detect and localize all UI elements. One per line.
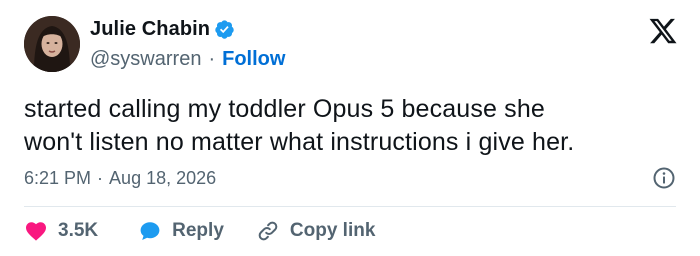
tweet-time: 6:21 PM xyxy=(24,167,92,188)
avatar-image xyxy=(24,16,80,72)
tweet-text: started calling my toddler Opus 5 becaus… xyxy=(24,93,684,159)
reply-label: Reply xyxy=(172,220,224,241)
copy-link-button[interactable]: Copy link xyxy=(256,219,376,243)
tweet-text-line-1: started calling my toddler Opus 5 becaus… xyxy=(24,95,545,123)
like-button[interactable]: 3.5K xyxy=(24,219,98,243)
author-handle[interactable]: @syswarren xyxy=(90,48,201,71)
copy-link-label: Copy link xyxy=(289,220,376,241)
like-count: 3.5K xyxy=(58,220,99,241)
info-icon[interactable] xyxy=(652,166,676,190)
x-logo-icon[interactable] xyxy=(648,16,678,46)
tweet-text-line-2: won't listen no matter what instructions… xyxy=(24,128,575,156)
author-handle-row: @syswarren · Follow xyxy=(90,48,285,71)
handle-separator: · xyxy=(208,48,216,70)
follow-button[interactable]: Follow xyxy=(222,48,285,71)
action-bar: 3.5K Reply Copy link xyxy=(24,216,375,246)
reply-button[interactable]: Reply xyxy=(138,219,224,243)
author-name-row: Julie Chabin xyxy=(90,16,235,42)
author-display-name[interactable]: Julie Chabin xyxy=(90,18,210,41)
tweet-timestamp[interactable]: 6:21 PM · Aug 18, 2026 xyxy=(24,166,216,190)
reply-bubble-icon xyxy=(140,222,160,240)
avatar[interactable] xyxy=(24,16,80,72)
heart-icon xyxy=(26,222,46,241)
meta-separator: · xyxy=(97,167,104,188)
verified-badge-icon xyxy=(215,19,234,39)
tweet-date: Aug 18, 2026 xyxy=(109,167,217,188)
divider xyxy=(24,206,676,207)
link-icon xyxy=(258,221,278,241)
